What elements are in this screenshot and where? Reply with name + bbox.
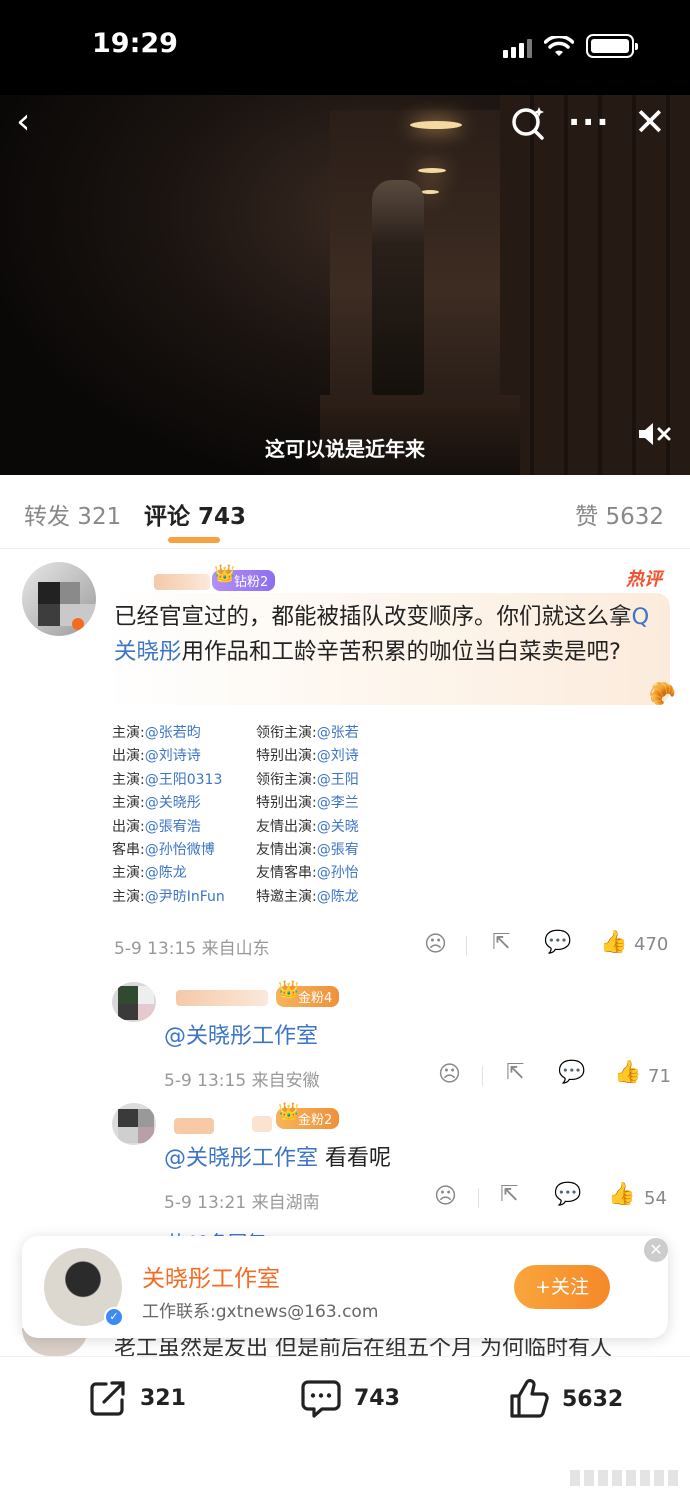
bottom-comment-button[interactable]: 743: [300, 1378, 400, 1418]
card-contact: 工作联系:gxtnews@163.com: [142, 1302, 379, 1322]
share-icon[interactable]: ⇱: [506, 1060, 524, 1085]
wifi-icon: [544, 36, 574, 56]
video-figure: [372, 180, 424, 395]
cast-column: 主演:@张若昀 出演:@刘诗诗 主演:@王阳0313 主演:@关晓彤 出演:@張…: [112, 725, 225, 905]
fan-badge: 👑 金粉4: [276, 980, 340, 1007]
avatar[interactable]: [22, 562, 96, 636]
divider: [482, 1066, 483, 1086]
hot-comment-label: 热评: [626, 569, 662, 590]
like-icon[interactable]: 👍: [614, 1060, 641, 1085]
comment-icon: [301, 1380, 341, 1418]
video-subtitle: 这可以说是近年来: [265, 437, 425, 461]
comment-icon[interactable]: 💬: [558, 1060, 585, 1085]
dislike-icon[interactable]: ☹: [434, 1184, 457, 1209]
card-account-name[interactable]: 关晓彤工作室: [142, 1259, 280, 1293]
avatar[interactable]: [112, 1103, 156, 1145]
divider: [478, 1188, 479, 1208]
battery-icon: [586, 34, 638, 58]
reply-meta: 5-9 13:21 来自湖南: [164, 1193, 320, 1213]
dislike-icon[interactable]: ☹: [424, 932, 447, 957]
repost-count: 321: [140, 1385, 186, 1411]
ceiling-lamp: [421, 190, 439, 194]
more-icon[interactable]: ···: [568, 102, 610, 142]
username-redacted[interactable]: [154, 574, 210, 590]
like-count: 5632: [562, 1386, 624, 1412]
crown-icon: 👑: [214, 564, 236, 584]
ceiling-lamp: [410, 121, 462, 129]
fan-badge: 👑 金粉2: [276, 1102, 340, 1129]
close-icon[interactable]: ✕: [634, 102, 666, 142]
like-icon: [510, 1379, 549, 1418]
username-redacted[interactable]: [174, 1118, 214, 1134]
cast-column: 领衔主演:@张若 特别出演:@刘诗 领衔主演:@王阳 特别出演:@李兰 友情出演…: [256, 725, 359, 905]
divider: [466, 936, 467, 956]
comment-count: 743: [354, 1385, 400, 1411]
close-icon[interactable]: ✕: [644, 1238, 668, 1262]
video-scene-wall: [500, 95, 690, 475]
share-icon[interactable]: ⇱: [492, 930, 510, 955]
dislike-icon[interactable]: ☹: [438, 1062, 461, 1087]
comment-meta: 5-9 13:15 来自山东: [114, 939, 270, 959]
comment-icon[interactable]: 💬: [554, 1182, 581, 1207]
toaster-icon: 🥐: [648, 682, 676, 707]
username-redacted: [252, 1116, 272, 1132]
signal-icon: [503, 38, 532, 58]
mention-link[interactable]: @关晓彤工作室: [164, 1146, 318, 1171]
comment-text: 已经官宣过的，都能被插队改变顺序。你们就这么拿Q关晓彤用作品和工龄辛苦积累的咖位…: [114, 604, 650, 665]
username-redacted[interactable]: [176, 990, 268, 1006]
like-count: 54: [644, 1188, 667, 1209]
mute-icon[interactable]: [636, 420, 672, 455]
video-player[interactable]: 19:29 ‹ ··· ✕ 这可以说是近年来: [0, 0, 690, 475]
bottom-like-button[interactable]: 5632: [508, 1378, 623, 1420]
like-icon[interactable]: 👍: [608, 1182, 635, 1207]
search-icon[interactable]: [508, 102, 548, 151]
repost-icon: [90, 1381, 125, 1416]
tab-active-indicator: [168, 537, 220, 543]
like-count: 71: [648, 1066, 671, 1087]
status-icons: [503, 34, 638, 58]
reply-meta: 5-9 13:15 来自安徽: [164, 1071, 320, 1091]
back-icon[interactable]: ‹: [16, 102, 30, 142]
status-time: 19:29: [92, 28, 178, 59]
verified-icon: ✓: [104, 1307, 124, 1327]
tab-bar: 转发 321 评论 743 赞 5632: [0, 475, 690, 549]
mention-link[interactable]: @关晓彤工作室: [164, 1024, 318, 1049]
reply-text: @关晓彤工作室: [164, 1018, 318, 1050]
crown-icon: 👑: [278, 1102, 300, 1122]
like-icon[interactable]: 👍: [600, 930, 627, 955]
share-icon[interactable]: ⇱: [500, 1182, 518, 1207]
watermark: [570, 1470, 680, 1486]
follow-button[interactable]: +关注: [514, 1265, 610, 1309]
ceiling-lamp: [418, 168, 446, 173]
reply-text: @关晓彤工作室 看看呢: [164, 1146, 392, 1171]
crown-icon: 👑: [278, 980, 300, 1000]
tab-like[interactable]: 赞 5632: [575, 497, 664, 531]
tab-repost[interactable]: 转发 321: [24, 497, 121, 531]
tab-comment[interactable]: 评论 743: [144, 497, 246, 531]
comment-image[interactable]: 主演:@张若昀 出演:@刘诗诗 主演:@王阳0313 主演:@关晓彤 出演:@張…: [112, 722, 380, 912]
comment-icon[interactable]: 💬: [544, 930, 571, 955]
like-count: 470: [634, 934, 669, 955]
bottom-repost-button[interactable]: 321: [88, 1378, 186, 1418]
fan-badge: 👑 钻粉2: [212, 564, 276, 591]
avatar[interactable]: [112, 982, 156, 1022]
